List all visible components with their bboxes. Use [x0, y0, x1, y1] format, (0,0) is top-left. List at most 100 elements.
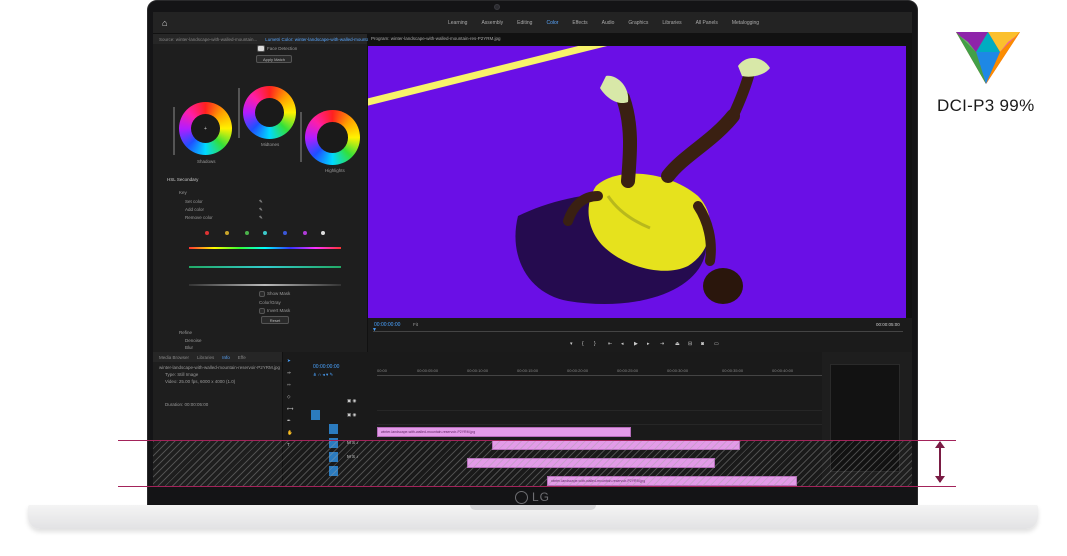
lift-icon[interactable]: ⏏	[675, 341, 680, 347]
refine-heading[interactable]: Refine	[179, 330, 192, 335]
fit-select[interactable]: Fit	[413, 322, 418, 327]
home-icon[interactable]: ⌂	[162, 18, 167, 28]
preset-magenta-swatch[interactable]	[303, 231, 307, 235]
tab-effects[interactable]: Effe	[238, 355, 246, 360]
show-mask-checkbox[interactable]	[259, 291, 265, 297]
program-timecode-current[interactable]: 00:00:00:00	[374, 322, 400, 328]
highlights-level-slider[interactable]	[300, 112, 302, 162]
workspace-tab-audio[interactable]: Audio	[602, 20, 615, 26]
webcam	[494, 4, 500, 10]
workspace-tab-assembly[interactable]: Assembly	[481, 20, 503, 26]
highlights-label: Highlights	[325, 168, 345, 173]
workspace-tab-graphics[interactable]: Graphics	[628, 20, 648, 26]
preset-red-swatch[interactable]	[205, 231, 209, 235]
preset-blue-swatch[interactable]	[283, 231, 287, 235]
workspace-tab-editing[interactable]: Editing	[517, 20, 532, 26]
comparison-view-icon[interactable]: ▭	[714, 341, 719, 347]
track-target-v1[interactable]	[311, 410, 320, 420]
timeline-clip[interactable]: winter-landscape-with-walled-mountain-re…	[377, 427, 631, 437]
midtones-level-slider[interactable]	[238, 88, 240, 138]
extract-icon[interactable]: ⊟	[688, 341, 692, 347]
play-icon[interactable]: ▶	[634, 341, 638, 347]
go-to-out-icon[interactable]: ⇥	[660, 341, 664, 347]
shadows-level-slider[interactable]	[173, 107, 175, 155]
tab-libraries[interactable]: Libraries	[197, 355, 214, 360]
preset-green-swatch[interactable]	[245, 231, 249, 235]
reset-label: Reset	[269, 318, 281, 323]
workspace-tab-metalogging[interactable]: Metalogging	[732, 20, 759, 26]
blur-label: Blur	[185, 345, 194, 350]
export-frame-icon[interactable]: ◙	[701, 341, 704, 347]
workspace-bar: ⌂ Learning Assembly Editing Color Effect…	[153, 12, 912, 34]
wheel-crosshair-icon: +	[204, 125, 207, 132]
add-marker-icon[interactable]: ▾	[570, 341, 573, 347]
ruler-tick: 00:00:20:00	[567, 368, 589, 373]
key-label: Key	[179, 190, 187, 195]
step-back-icon[interactable]: ◂	[621, 341, 624, 347]
workspace-tab-libraries[interactable]: Libraries	[662, 20, 681, 26]
timeline-ruler[interactable]: 00:00 00:00:05:00 00:00:10:00 00:00:15:0…	[377, 368, 822, 376]
tab-lumetri-color[interactable]: Lumetri Color: winter-landscape-with-wal…	[265, 37, 384, 42]
hsl-secondary-heading[interactable]: HSL Secondary	[167, 177, 198, 182]
dci-p3-label: DCI-P3 99%	[937, 96, 1035, 115]
step-forward-icon[interactable]: ▸	[647, 341, 650, 347]
apply-match-button[interactable]: Apply Match	[256, 55, 292, 63]
timeline-timecode[interactable]: 00:00:00:00	[313, 364, 339, 370]
color-gamut-prism-icon	[956, 32, 1020, 84]
toggle-track-output-icon[interactable]: ▣ ◉	[347, 398, 356, 404]
laptop-hinge-notch	[470, 505, 596, 510]
workspace-tab-color[interactable]: Color	[546, 20, 558, 26]
preset-cyan-swatch[interactable]	[263, 231, 267, 235]
playhead-marker-icon[interactable]: ▼	[372, 327, 377, 333]
preset-white-swatch[interactable]	[321, 231, 325, 235]
hand-tool-icon[interactable]: ✋	[287, 430, 293, 436]
tab-info[interactable]: Info	[222, 355, 230, 360]
info-duration: Duration: 00:00:05:00	[165, 402, 209, 407]
program-scrub-bar[interactable]	[373, 331, 903, 332]
shadows-color-wheel[interactable]: +	[179, 102, 232, 155]
tab-source[interactable]: Source: winter-landscape-with-walled-mou…	[159, 37, 257, 42]
workspace-tab-effects[interactable]: Effects	[572, 20, 587, 26]
razor-tool-icon[interactable]: ◇	[287, 394, 290, 400]
mark-in-icon[interactable]: {	[582, 341, 584, 347]
hue-range-slider[interactable]	[189, 247, 341, 249]
ruler-tick: 00:00:15:00	[517, 368, 539, 373]
saturation-range-slider[interactable]	[189, 266, 341, 268]
pen-tool-icon[interactable]: ✒	[287, 418, 291, 424]
go-to-in-icon[interactable]: ⇤	[608, 341, 612, 347]
timeline-snap-icon[interactable]: ⋔ ∩ ◂ ▾ ✎	[313, 372, 333, 378]
midtones-color-wheel[interactable]	[243, 86, 296, 139]
highlights-color-wheel[interactable]	[305, 110, 360, 165]
slip-tool-icon[interactable]: ⟷	[287, 406, 293, 412]
face-detection-label: Face Detection	[267, 46, 298, 51]
track-divider	[377, 424, 822, 425]
eyedropper-add-icon[interactable]: ✎	[259, 207, 263, 213]
toggle-track-lock-icon[interactable]: ▣ ◉	[347, 412, 356, 418]
face-detection-checkbox[interactable]	[257, 45, 265, 52]
luminance-range-slider[interactable]	[189, 284, 341, 286]
workspace-tab-all-panels[interactable]: All Panels	[696, 20, 718, 26]
lg-logo-circle-icon	[515, 490, 528, 504]
eyedropper-icon[interactable]: ✎	[259, 199, 263, 205]
info-panel-tabs: Media Browser Libraries Info Effe	[153, 352, 282, 362]
reset-button[interactable]: Reset	[261, 316, 289, 324]
workspace-tabs: Learning Assembly Editing Color Effects …	[448, 12, 759, 34]
measure-line-top	[118, 440, 956, 441]
remove-color-label: Remove color	[185, 215, 213, 220]
tab-media-browser[interactable]: Media Browser	[159, 355, 189, 360]
program-controls: 00:00:00:00 Fit 00:00:05:00 ▼ ▾ { } ⇤ ◂ …	[368, 318, 912, 352]
workspace-tab-learning[interactable]: Learning	[448, 20, 467, 26]
show-mask-label: Show Mask	[267, 291, 291, 296]
preset-yellow-swatch[interactable]	[225, 231, 229, 235]
eyedropper-remove-icon[interactable]: ✎	[259, 215, 263, 221]
set-color-label: Set color	[185, 199, 203, 204]
ripple-edit-tool-icon[interactable]: ⇿	[287, 382, 291, 388]
mark-out-icon[interactable]: }	[594, 341, 596, 347]
track-target-v2[interactable]	[329, 424, 338, 434]
program-title: Program: winter-landscape-with-walled-mo…	[371, 36, 501, 41]
athlete-image	[515, 57, 770, 305]
selection-tool-icon[interactable]: ➤	[287, 358, 291, 364]
invert-mask-checkbox[interactable]	[259, 308, 265, 314]
track-select-tool-icon[interactable]: ⇒	[287, 370, 291, 376]
color-gray-select[interactable]: Color/Gray	[259, 300, 281, 305]
